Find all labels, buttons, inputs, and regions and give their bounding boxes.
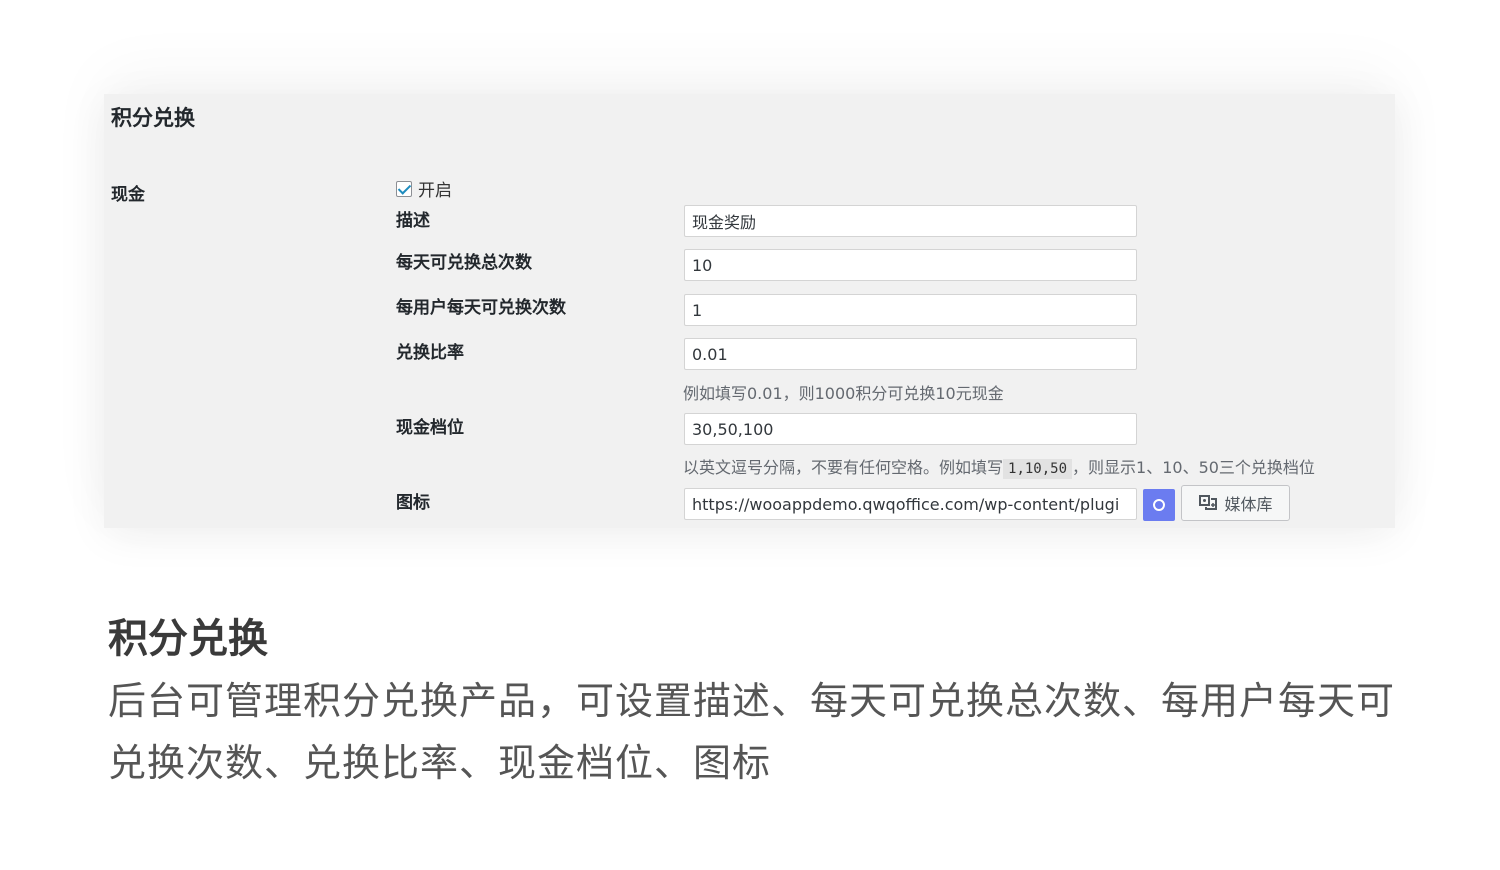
tiers-hint-code: 1,10,50 (1003, 459, 1073, 479)
enable-checkbox[interactable] (396, 180, 412, 197)
tiers-hint: 以英文逗号分隔，不要有任何空格。例如填写 1,10,50 ，则显示1、10、50三个… (683, 454, 1315, 479)
icon-url-input[interactable] (684, 488, 1137, 520)
per-user-daily-label: 每用户每天可兑换次数 (396, 298, 566, 318)
tiers-input[interactable] (684, 413, 1137, 445)
daily-total-label: 每天可兑换总次数 (396, 253, 532, 273)
tiers-hint-prefix: 以英文逗号分隔，不要有任何空格。例如填写 (683, 458, 1004, 477)
icon-label: 图标 (396, 493, 430, 513)
section-label-cash: 现金 (111, 185, 145, 205)
enable-label: 开启 (418, 181, 452, 201)
description-label: 描述 (396, 211, 430, 231)
caption-title: 积分兑换 (108, 616, 268, 662)
per-user-daily-input[interactable] (684, 294, 1137, 326)
enable-toggle[interactable]: 开启 (396, 176, 452, 201)
caption-description: 后台可管理积分兑换产品，可设置描述、每天可兑换总次数、每用户每天可兑换次数、兑换… (108, 679, 1396, 785)
ratio-hint: 例如填写0.01，则1000积分可兑换10元现金 (683, 384, 1004, 403)
media-library-icon (1199, 495, 1218, 510)
ratio-label: 兑换比率 (396, 343, 464, 363)
tiers-hint-suffix: ，则显示1、10、50三个兑换档位 (1072, 458, 1315, 477)
media-library-label: 媒体库 (1224, 495, 1273, 514)
daily-total-input[interactable] (684, 249, 1137, 281)
settings-panel: 积分兑换 现金 开启 描述 每天可兑换总次数 每用户每天可兑换次数 兑换比率 例… (104, 94, 1395, 528)
ratio-input[interactable] (684, 338, 1137, 370)
media-library-button[interactable]: 媒体库 (1181, 485, 1290, 521)
panel-title: 积分兑换 (111, 106, 195, 130)
tiers-label: 现金档位 (396, 418, 464, 438)
icon-preview-button[interactable] (1143, 489, 1175, 521)
description-input[interactable] (684, 205, 1137, 237)
preview-dot-icon (1153, 499, 1165, 511)
